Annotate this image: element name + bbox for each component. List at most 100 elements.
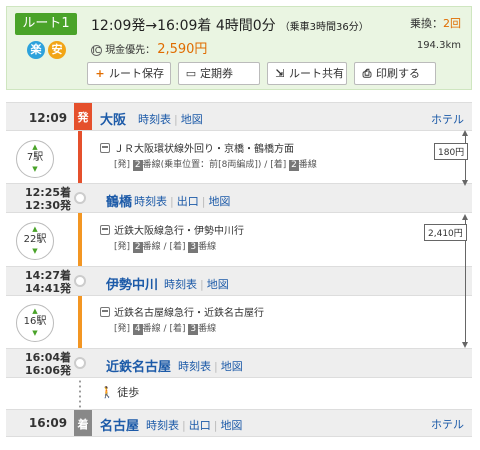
arrival-time: 14:27着 bbox=[24, 269, 71, 282]
exit-link[interactable]: 出口 bbox=[189, 419, 211, 432]
station-node bbox=[74, 275, 86, 287]
station-name[interactable]: 名古屋 bbox=[100, 415, 139, 434]
fare-label: 現金優先： bbox=[105, 45, 156, 56]
link-separator: | bbox=[213, 419, 218, 432]
share-icon: ⇲ bbox=[275, 67, 285, 80]
ic-card-icon: IC bbox=[91, 44, 102, 56]
arrival-departure-time: 16:04着 16:06発 bbox=[18, 351, 78, 377]
station-name[interactable]: 近鉄名古屋 bbox=[106, 356, 171, 375]
route-time: 12:09発→16:09着 4時間0分 （乗車3時間36分） bbox=[91, 15, 369, 35]
expand-up-icon: ▲ bbox=[32, 307, 38, 315]
timetable-link[interactable]: 時刻表 bbox=[164, 278, 197, 291]
platform-dep-label: [発] bbox=[114, 324, 131, 334]
ride-time: （乗車3時間36分） bbox=[279, 22, 369, 33]
line-name: ＪＲ大阪環状線外回り・京橋・鶴橋方面 bbox=[100, 140, 294, 155]
fare-amount: 180円 bbox=[434, 143, 469, 160]
departure-time: 12:09 bbox=[28, 111, 68, 125]
line-label: 近鉄大阪線急行・伊勢中川行 bbox=[114, 226, 244, 237]
share-route-label: ルート共有 bbox=[289, 67, 344, 80]
stop-count-toggle[interactable]: ▲ 16駅 ▼ bbox=[16, 304, 54, 342]
platform-text: 番線(乗車位置：前[8両編成]) bbox=[142, 160, 262, 170]
departure-time: 12:30発 bbox=[24, 199, 71, 212]
fare-range-arrow-down bbox=[462, 342, 468, 348]
plus-icon: + bbox=[95, 67, 105, 80]
station-row-nagoya: 16:09 着 名古屋 時刻表 | 出口 | 地図 ホテル bbox=[6, 409, 472, 437]
link-separator: | bbox=[214, 360, 218, 373]
walking-person-icon: 🚶 bbox=[100, 386, 114, 399]
hotel-link[interactable]: ホテル bbox=[431, 111, 464, 127]
station-name[interactable]: 鶴橋 bbox=[106, 191, 132, 210]
arrival-mark: 着 bbox=[74, 410, 92, 436]
commuter-pass-label: 定期券 bbox=[200, 67, 233, 80]
link-separator: | bbox=[182, 419, 186, 432]
platform-number: 3 bbox=[188, 242, 199, 253]
stop-count-toggle[interactable]: ▲ 7駅 ▼ bbox=[16, 140, 54, 178]
transfer-count: 乗換：2回 bbox=[410, 15, 461, 31]
train-icon bbox=[100, 143, 110, 153]
map-link[interactable]: 地図 bbox=[208, 195, 230, 208]
distance: 194.3km bbox=[416, 40, 461, 51]
platform-number: 3 bbox=[188, 324, 199, 335]
stop-count: 16駅 bbox=[23, 316, 47, 327]
platform-text: 番線 bbox=[198, 324, 217, 334]
line-label: 近鉄名古屋線急行・近鉄名古屋行 bbox=[114, 308, 264, 319]
train-icon bbox=[100, 225, 110, 235]
station-links: 時刻表 | 地図 bbox=[138, 111, 203, 127]
print-label: 印刷する bbox=[376, 67, 420, 80]
timetable-link[interactable]: 時刻表 bbox=[138, 113, 171, 126]
print-button[interactable]: ⎙ 印刷する bbox=[354, 62, 436, 85]
arrival-time: 16:09 bbox=[28, 416, 68, 430]
walk-label: 徒歩 bbox=[117, 386, 140, 399]
stop-count: 7駅 bbox=[26, 152, 44, 163]
line-label: ＪＲ大阪環状線外回り・京橋・鶴橋方面 bbox=[114, 144, 294, 155]
platform-arr-label: [着] bbox=[270, 160, 287, 170]
transfer-label: 乗換： bbox=[410, 17, 443, 30]
share-route-button[interactable]: ⇲ ルート共有 bbox=[267, 62, 347, 85]
exit-link[interactable]: 出口 bbox=[177, 195, 199, 208]
arrival-departure-time: 14:27着 14:41発 bbox=[18, 269, 78, 295]
expand-up-icon: ▲ bbox=[32, 143, 38, 151]
station-name[interactable]: 伊勢中川 bbox=[106, 274, 158, 293]
cheap-badge: 安 bbox=[48, 41, 66, 59]
departure-mark-text: 発 bbox=[77, 111, 89, 124]
transfer-number: 2回 bbox=[443, 17, 461, 30]
arrival-time: 12:25着 bbox=[24, 186, 71, 199]
map-link[interactable]: 地図 bbox=[221, 360, 243, 373]
station-name[interactable]: 大阪 bbox=[100, 109, 126, 128]
timetable-link[interactable]: 時刻表 bbox=[134, 195, 167, 208]
hotel-link[interactable]: ホテル bbox=[431, 416, 464, 432]
map-link[interactable]: 地図 bbox=[207, 278, 229, 291]
commuter-pass-button[interactable]: ▭ 定期券 bbox=[178, 62, 260, 85]
arrival-mark-text: 着 bbox=[77, 418, 89, 431]
platform-text: 番線 bbox=[142, 324, 161, 334]
fare-price: 2,590円 bbox=[157, 42, 208, 57]
line-name: 近鉄大阪線急行・伊勢中川行 bbox=[100, 222, 244, 237]
platform-number: 2 bbox=[132, 242, 143, 253]
stop-count-toggle[interactable]: ▲ 22駅 ▼ bbox=[16, 222, 54, 260]
link-separator: | bbox=[174, 113, 178, 126]
link-separator: | bbox=[200, 278, 204, 291]
fare: IC 現金優先： 2,590円 bbox=[91, 38, 207, 57]
link-separator: | bbox=[201, 195, 206, 208]
station-row-osaka: 12:09 発 大阪 時刻表 | 地図 ホテル bbox=[6, 102, 472, 131]
timetable-link[interactable]: 時刻表 bbox=[178, 360, 211, 373]
expand-down-icon: ▼ bbox=[32, 165, 38, 173]
platform-info: [発] 2 番線(乗車位置：前[8両編成]) / [着] 2 番線 bbox=[114, 157, 317, 171]
platform-number: 2 bbox=[289, 160, 299, 171]
line-name: 近鉄名古屋線急行・近鉄名古屋行 bbox=[100, 304, 264, 319]
easy-badge: 楽 bbox=[27, 41, 45, 59]
station-links: 時刻表 | 出口 | 地図 bbox=[146, 417, 242, 433]
station-links: 時刻表 | 地図 bbox=[164, 276, 229, 292]
fare-range-arrow-down bbox=[462, 180, 468, 186]
printer-icon: ⎙ bbox=[362, 67, 372, 80]
route-label[interactable]: ルート1 bbox=[15, 13, 77, 35]
map-link[interactable]: 地図 bbox=[181, 113, 203, 126]
map-link[interactable]: 地図 bbox=[220, 419, 242, 432]
expand-up-icon: ▲ bbox=[32, 225, 38, 233]
walk-segment: 🚶 徒歩 bbox=[100, 384, 139, 400]
save-route-button[interactable]: + ルート保存 bbox=[87, 62, 171, 85]
timetable-link[interactable]: 時刻表 bbox=[146, 419, 179, 432]
platform-dep-label: [発] bbox=[114, 160, 131, 170]
platform-info: [発] 4 番線 / [着] 3 番線 bbox=[114, 321, 216, 335]
save-route-label: ルート保存 bbox=[109, 67, 164, 80]
